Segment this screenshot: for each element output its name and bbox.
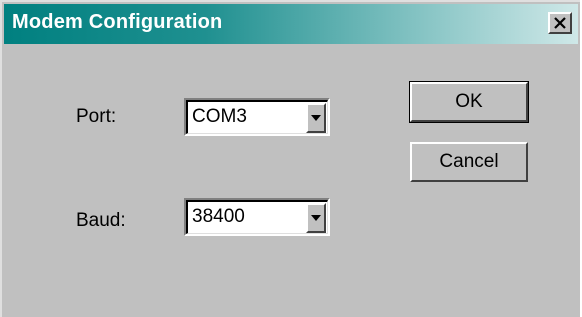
baud-select-value: 38400 [192,206,245,227]
cancel-button[interactable]: Cancel [410,142,528,182]
baud-dropdown-button[interactable] [306,203,326,233]
baud-select[interactable]: 38400 [184,198,330,236]
chevron-down-icon [311,215,321,221]
port-label: Port: [76,106,117,127]
title-bar[interactable]: Modem Configuration [4,4,578,44]
port-dropdown-button[interactable] [306,103,326,133]
modem-configuration-dialog: Modem Configuration Port: COM3 Baud: 384… [0,0,580,317]
port-select[interactable]: COM3 [184,98,330,136]
baud-label: Baud: [76,210,126,231]
ok-button[interactable]: OK [409,81,529,123]
chevron-down-icon [311,115,321,121]
close-button[interactable] [548,12,572,34]
baud-select-frame: 38400 [186,200,328,234]
close-icon [554,17,566,29]
port-select-value: COM3 [192,106,247,127]
port-select-frame: COM3 [186,100,328,134]
dialog-title: Modem Configuration [12,11,223,33]
